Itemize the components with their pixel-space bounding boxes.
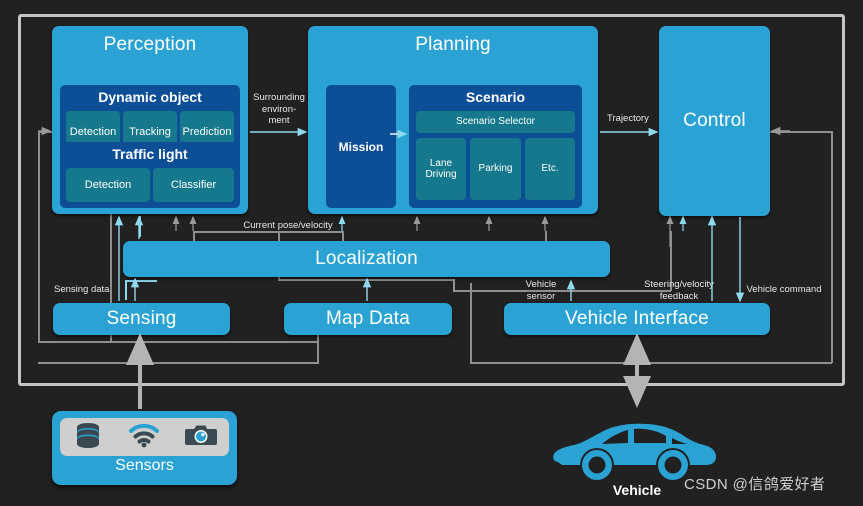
dynamic-object-prediction-label: Prediction [182, 125, 232, 138]
planning-block[interactable]: Planning Mission Scenario Scenario Selec… [308, 26, 598, 214]
control-block[interactable]: Control [659, 26, 770, 216]
line-loc-out-c [125, 280, 157, 282]
traffic-light-classifier-label: Classifier [170, 178, 217, 191]
scenario-group[interactable]: Scenario Scenario Selector Lane Driving … [409, 85, 582, 208]
planning-title: Planning [415, 34, 491, 55]
line-sensing-to-perception-h [110, 341, 318, 343]
line-pose-rail-e [278, 279, 454, 281]
wifi-radar-icon [128, 422, 160, 453]
scenario-parking[interactable]: Parking [470, 138, 521, 200]
watermark: CSDN @信鸽爱好者 [684, 476, 826, 493]
perception-title: Perception [103, 34, 197, 55]
label-vehicle-sensor: Vehicle sensor [525, 279, 557, 302]
line-loc-out-a [139, 216, 141, 237]
line-vi-rail-up [470, 283, 472, 363]
diagram-canvas: Perception Dynamic object Detection Trac… [0, 0, 863, 506]
dynamic-object-tracking-label: Tracking [129, 125, 171, 138]
traffic-light-title: Traffic light [112, 146, 188, 162]
sensors-icon-row [60, 418, 229, 456]
sensors-label: Sensors [115, 457, 174, 474]
label-vehicle-command: Vehicle command [746, 284, 822, 295]
localization-label: Localization [315, 248, 418, 269]
line-bottom-rail [38, 362, 319, 364]
line-mapdata-down [317, 333, 319, 363]
scenario-lane-driving-label: Lane Driving [425, 157, 457, 181]
dynamic-object-title: Dynamic object [98, 89, 202, 105]
sensing-label: Sensing [106, 308, 177, 329]
label-sensing-data: Sensing data [54, 284, 110, 295]
label-trajectory: Trajectory [607, 113, 649, 124]
line-vi-rail-bottom [470, 362, 832, 364]
localization-block[interactable]: Localization [123, 241, 610, 277]
map-data-label: Map Data [326, 308, 410, 329]
traffic-light-detection[interactable]: Detection [66, 168, 150, 202]
scenario-etc[interactable]: Etc. [525, 138, 575, 200]
line-vi-to-control-h [770, 131, 832, 133]
scenario-selector-label: Scenario Selector [456, 116, 535, 128]
label-steering-velocity-feedback: Steering/velocity feedback [644, 279, 714, 302]
camera-icon [184, 422, 217, 453]
database-icon [73, 421, 103, 454]
label-current-pose-velocity: Current pose/velocity [243, 220, 333, 231]
line-perception-feed-v [38, 131, 40, 342]
mission-block[interactable]: Mission [326, 85, 396, 208]
traffic-light-group[interactable]: Traffic light Detection Classifier [60, 142, 240, 208]
traffic-light-classifier[interactable]: Classifier [153, 168, 234, 202]
dynamic-object-detection-label: Detection [69, 125, 117, 138]
line-perception-feed-bottom [38, 341, 113, 343]
scenario-parking-label: Parking [478, 163, 513, 175]
line-vi-to-control-v [831, 131, 833, 363]
perception-block[interactable]: Perception Dynamic object Detection Trac… [52, 26, 248, 214]
control-label: Control [683, 110, 746, 131]
map-data-block[interactable]: Map Data [284, 303, 452, 335]
mission-label: Mission [338, 139, 384, 154]
label-surrounding-environment: Surrounding environ- ment [253, 92, 305, 127]
vehicle-interface-label: Vehicle Interface [565, 308, 709, 329]
vehicle-label: Vehicle [612, 482, 662, 498]
scenario-selector[interactable]: Scenario Selector [416, 111, 575, 133]
scenario-etc-label: Etc. [541, 163, 559, 175]
vehicle-interface-block[interactable]: Vehicle Interface [504, 303, 770, 335]
scenario-title: Scenario [465, 89, 526, 105]
sensing-block[interactable]: Sensing [53, 303, 230, 335]
scenario-lane-driving[interactable]: Lane Driving [416, 138, 466, 200]
traffic-light-detection-label: Detection [84, 178, 132, 191]
sensors-block[interactable]: Sensors [52, 411, 237, 485]
